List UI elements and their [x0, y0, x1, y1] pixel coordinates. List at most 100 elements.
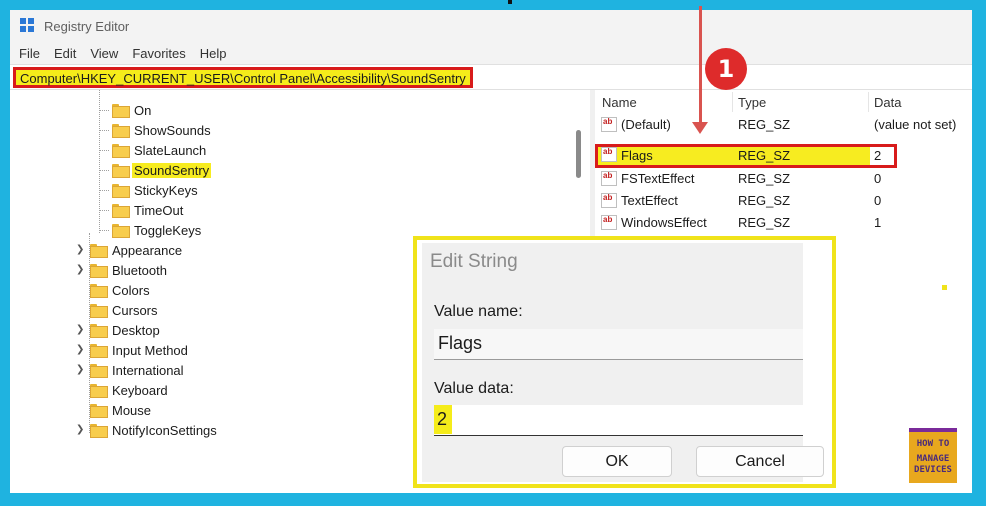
tree-item-notifyiconsettings[interactable]: ❯ NotifyIconSettings [76, 420, 217, 440]
value-type: REG_SZ [738, 117, 791, 132]
logo-line: MANAGE [916, 454, 950, 464]
chevron-right-icon[interactable]: ❯ [76, 344, 84, 355]
tree-item-label: Input Method [112, 342, 188, 358]
folder-icon [90, 344, 108, 358]
folder-icon [90, 424, 108, 438]
tree-item-colors[interactable]: Colors [76, 280, 150, 300]
value-row-default[interactable]: ab (Default) REG_SZ (value not set) [595, 114, 972, 136]
menu-file[interactable]: File [19, 46, 40, 61]
tree-item-soundsentry[interactable]: SoundSentry [99, 160, 212, 180]
menu-help[interactable]: Help [200, 46, 227, 61]
logo-line: DEVICES [914, 465, 952, 475]
value-row-windowseffect[interactable]: ab WindowsEffect REG_SZ 1 [595, 212, 972, 234]
tree-item-mouse[interactable]: Mouse [76, 400, 151, 420]
value-name: FSTextEffect [621, 171, 695, 186]
menu-view[interactable]: View [90, 46, 118, 61]
value-name: (Default) [621, 117, 671, 132]
chevron-right-icon[interactable]: ❯ [76, 424, 84, 435]
tree-item-slatelaunch[interactable]: SlateLaunch [99, 140, 207, 160]
edit-string-dialog: Edit String Value name: Flags Value data… [422, 243, 824, 482]
tree-item-label: StickyKeys [134, 182, 198, 198]
tree-item-togglekeys[interactable]: ToggleKeys [99, 220, 202, 240]
column-name[interactable]: Name [602, 95, 637, 110]
value-data: 2 [874, 148, 882, 163]
value-name: TextEffect [621, 193, 678, 208]
tree-item-bluetooth[interactable]: ❯ Bluetooth [76, 260, 167, 280]
tree-item-label: Desktop [112, 322, 160, 338]
tree-item-label: Appearance [112, 242, 183, 258]
chevron-right-icon[interactable]: ❯ [76, 244, 84, 255]
ok-button[interactable]: OK [562, 446, 672, 477]
title-bar: Registry Editor [10, 10, 972, 42]
chevron-right-icon[interactable]: ❯ [76, 264, 84, 275]
value-data-field[interactable]: 2 [434, 405, 803, 436]
value-name-text: Flags [438, 333, 483, 353]
tree-item-label: Cursors [112, 302, 158, 318]
address-bar[interactable]: Computer\HKEY_CURRENT_USER\Control Panel… [10, 64, 972, 90]
folder-icon [112, 124, 130, 138]
cancel-button[interactable]: Cancel [696, 446, 824, 477]
value-data-label: Value data: [434, 380, 514, 397]
menu-edit[interactable]: Edit [54, 46, 76, 61]
column-type[interactable]: Type [738, 95, 766, 110]
value-name: Flags [621, 148, 653, 163]
tree-item-label-selected: SoundSentry [132, 162, 212, 178]
address-path[interactable]: Computer\HKEY_CURRENT_USER\Control Panel… [13, 67, 473, 88]
value-row-flags[interactable]: ab Flags REG_SZ 2 [595, 146, 972, 168]
folder-icon [90, 304, 108, 318]
tree-item-label: TimeOut [134, 202, 184, 218]
tree-item-international[interactable]: ❯ International [76, 360, 184, 380]
tree-item-appearance[interactable]: ❯ Appearance [76, 240, 182, 260]
values-header: Name Type Data [595, 90, 972, 114]
value-type: REG_SZ [738, 215, 791, 230]
tree-item-showsounds[interactable]: ShowSounds [99, 120, 211, 140]
value-data: 0 [874, 193, 882, 208]
value-data: 0 [874, 171, 882, 186]
logo-line: HOW TO [916, 439, 950, 449]
tree-item-label: Mouse [112, 402, 152, 418]
value-name-label: Value name: [434, 303, 523, 320]
tree-item-label: NotifyIconSettings [112, 422, 217, 438]
folder-icon [90, 364, 108, 378]
value-name-field[interactable]: Flags [434, 329, 803, 360]
tree-item-label: On [134, 102, 152, 118]
folder-icon [90, 324, 108, 338]
window-title: Registry Editor [44, 18, 130, 34]
folder-icon [90, 264, 108, 278]
value-type: REG_SZ [738, 193, 791, 208]
folder-icon [90, 384, 108, 398]
tree-item-desktop[interactable]: ❯ Desktop [76, 320, 160, 340]
value-row-fstexteffect[interactable]: ab FSTextEffect REG_SZ 0 [595, 168, 972, 190]
tree-item-label: Keyboard [112, 382, 168, 398]
folder-icon [112, 144, 130, 158]
tree-item-timeout[interactable]: TimeOut [99, 200, 184, 220]
tree-item-label: SlateLaunch [134, 142, 207, 158]
tree-guide [99, 90, 100, 233]
tree-item-stickykeys[interactable]: StickyKeys [99, 180, 198, 200]
folder-icon [112, 204, 130, 218]
column-data[interactable]: Data [874, 95, 901, 110]
folder-icon [112, 224, 130, 238]
step-number-badge: 1 [705, 48, 747, 90]
tree-item-label: Colors [112, 282, 150, 298]
chevron-right-icon[interactable]: ❯ [76, 364, 84, 375]
menu-bar: File Edit View Favorites Help [10, 42, 972, 64]
folder-icon [90, 244, 108, 258]
menu-favorites[interactable]: Favorites [132, 46, 185, 61]
how-to-manage-devices-logo: HOW TO MANAGE DEVICES [909, 428, 957, 483]
decoration-speck [942, 285, 947, 290]
tree-item-label: Bluetooth [112, 262, 167, 278]
folder-icon [112, 164, 130, 178]
chevron-right-icon[interactable]: ❯ [76, 324, 84, 335]
value-row-texteffect[interactable]: ab TextEffect REG_SZ 0 [595, 190, 972, 212]
tree-item-cursors[interactable]: Cursors [76, 300, 158, 320]
tree-scrollbar-thumb[interactable] [576, 130, 581, 178]
tree-item-label: International [112, 362, 184, 378]
tree-item-input-method[interactable]: ❯ Input Method [76, 340, 188, 360]
tree-item-label: ToggleKeys [134, 222, 202, 238]
string-value-icon: ab [601, 171, 617, 186]
tree-item-keyboard[interactable]: Keyboard [76, 380, 168, 400]
callout-arrow-line [699, 6, 702, 124]
tree-item-label: ShowSounds [134, 122, 211, 138]
tree-item-on[interactable]: On [99, 100, 152, 120]
